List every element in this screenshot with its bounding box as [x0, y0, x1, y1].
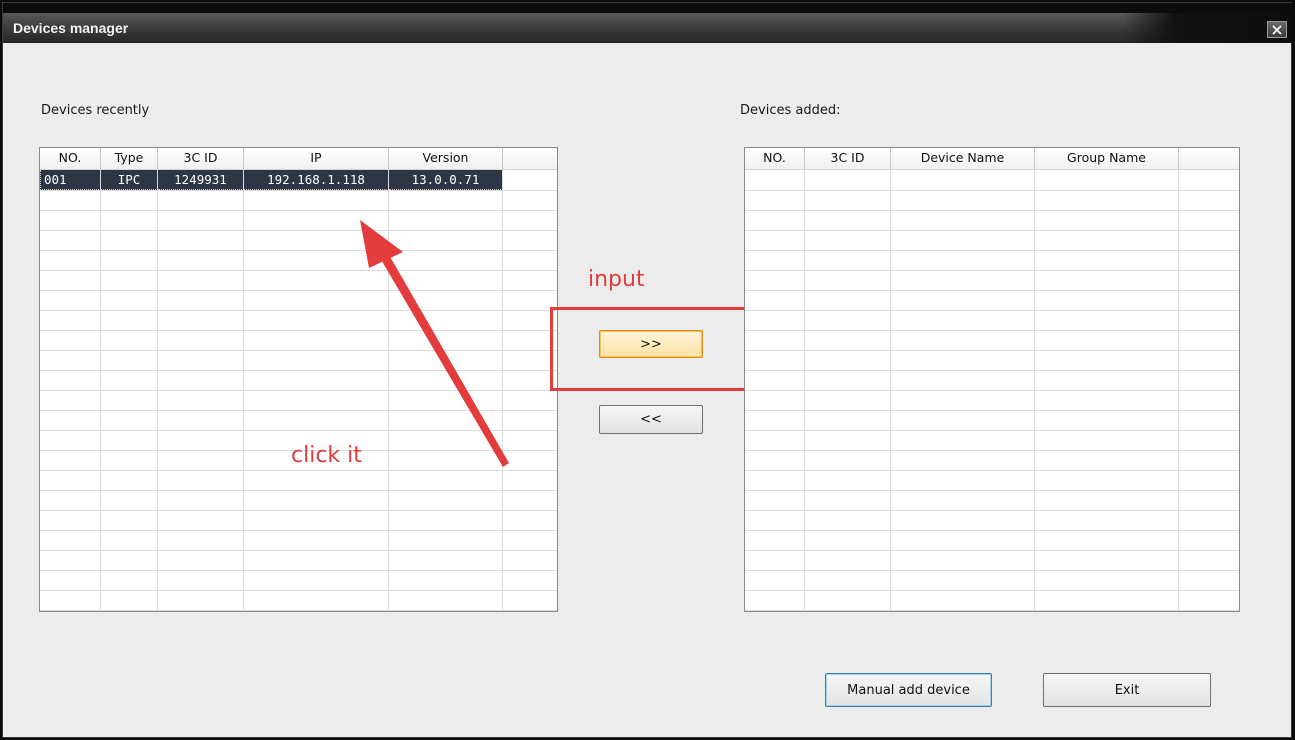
- close-icon: [1272, 24, 1282, 35]
- arrow-icon: [360, 220, 509, 467]
- close-button[interactable]: [1267, 21, 1287, 38]
- window-title: Devices manager: [13, 20, 129, 36]
- devices-manager-window: Devices manager Devices recently NO. Typ…: [2, 2, 1293, 738]
